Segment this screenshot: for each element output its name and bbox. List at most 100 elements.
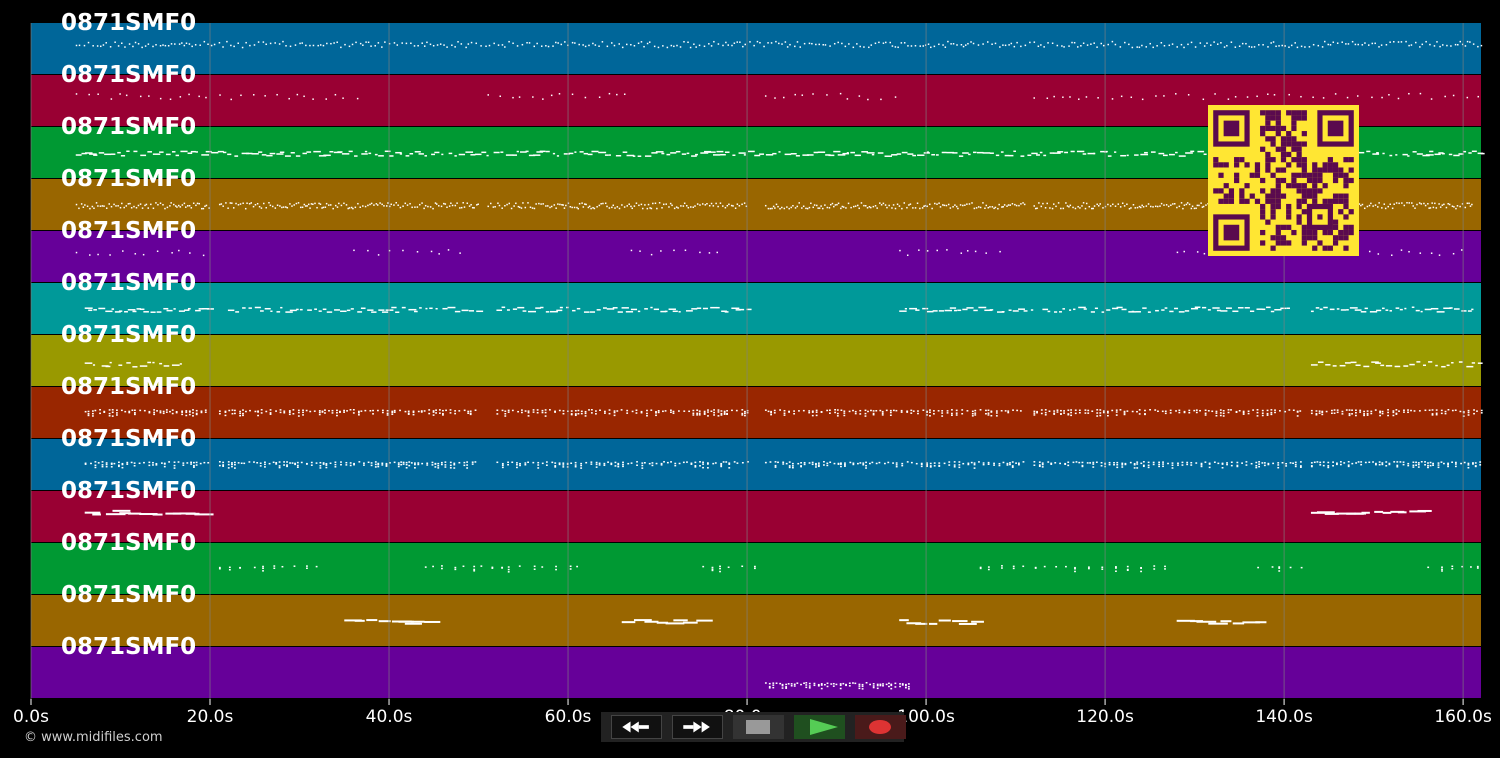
note — [468, 310, 475, 312]
note — [1106, 410, 1109, 413]
note — [1457, 44, 1459, 46]
note — [912, 154, 917, 157]
note — [193, 461, 195, 464]
note — [1428, 361, 1433, 363]
note — [344, 43, 346, 46]
note — [318, 411, 321, 414]
note — [1007, 410, 1010, 412]
note — [1266, 306, 1271, 309]
note — [892, 409, 895, 412]
note — [1147, 203, 1150, 205]
note — [786, 206, 788, 208]
note — [1459, 40, 1462, 43]
note — [426, 462, 429, 465]
note — [987, 566, 990, 568]
note — [416, 251, 419, 253]
tick-label: 40.0s — [365, 707, 413, 727]
note — [899, 619, 909, 622]
note — [1043, 46, 1045, 48]
note — [1480, 412, 1483, 414]
note — [441, 153, 444, 156]
note — [258, 151, 263, 153]
note — [574, 464, 577, 466]
note — [406, 204, 409, 206]
note — [1106, 414, 1109, 417]
note — [574, 42, 576, 44]
note — [864, 205, 867, 207]
note — [774, 207, 776, 209]
note — [516, 466, 518, 469]
note — [712, 205, 715, 207]
note — [558, 409, 561, 412]
note — [1207, 309, 1211, 311]
fast-forward-button[interactable] — [672, 715, 723, 739]
note — [480, 565, 483, 567]
note — [1388, 94, 1390, 96]
note — [1092, 207, 1094, 210]
note — [359, 206, 361, 208]
note — [517, 306, 525, 309]
note — [336, 206, 339, 208]
note — [347, 207, 349, 210]
note — [336, 41, 338, 44]
note — [633, 205, 636, 207]
note — [841, 42, 843, 45]
note — [1200, 465, 1203, 468]
note — [265, 206, 267, 209]
note — [343, 411, 345, 413]
note — [606, 45, 609, 48]
note — [342, 97, 344, 99]
note — [185, 42, 188, 45]
note — [1234, 46, 1237, 48]
note — [922, 409, 925, 412]
note — [564, 41, 566, 43]
record-button[interactable] — [855, 715, 906, 739]
note — [775, 682, 778, 684]
note — [500, 151, 504, 153]
note — [1466, 40, 1469, 43]
note — [148, 461, 151, 464]
note — [1451, 409, 1454, 412]
note — [191, 45, 193, 48]
note — [1001, 567, 1003, 569]
note — [887, 461, 890, 464]
note — [630, 308, 638, 311]
note — [993, 207, 995, 210]
note — [1387, 409, 1389, 411]
note — [1002, 44, 1004, 46]
note — [1381, 412, 1384, 415]
note — [540, 306, 544, 309]
note — [1389, 154, 1393, 157]
note — [580, 410, 583, 413]
note — [947, 203, 950, 206]
note — [1381, 462, 1384, 464]
note — [982, 152, 991, 154]
note — [1168, 44, 1171, 47]
note — [279, 409, 282, 411]
note — [961, 412, 964, 415]
note — [111, 415, 114, 417]
note — [646, 409, 648, 412]
note — [866, 207, 869, 209]
note — [1079, 207, 1081, 209]
note — [1147, 311, 1151, 313]
rewind-button[interactable] — [611, 715, 662, 739]
note — [329, 150, 334, 153]
note — [1197, 150, 1205, 153]
note — [1417, 466, 1420, 468]
note — [627, 462, 630, 465]
note — [1424, 308, 1432, 311]
note — [713, 40, 715, 43]
note — [670, 411, 672, 413]
stop-button[interactable] — [733, 715, 784, 739]
note — [1400, 249, 1403, 251]
note — [720, 153, 726, 156]
note — [187, 307, 191, 310]
note — [288, 410, 291, 412]
note — [535, 307, 541, 309]
play-button[interactable] — [794, 715, 845, 739]
note — [820, 205, 822, 207]
note — [962, 152, 969, 154]
note — [296, 308, 299, 311]
note — [1165, 204, 1168, 206]
